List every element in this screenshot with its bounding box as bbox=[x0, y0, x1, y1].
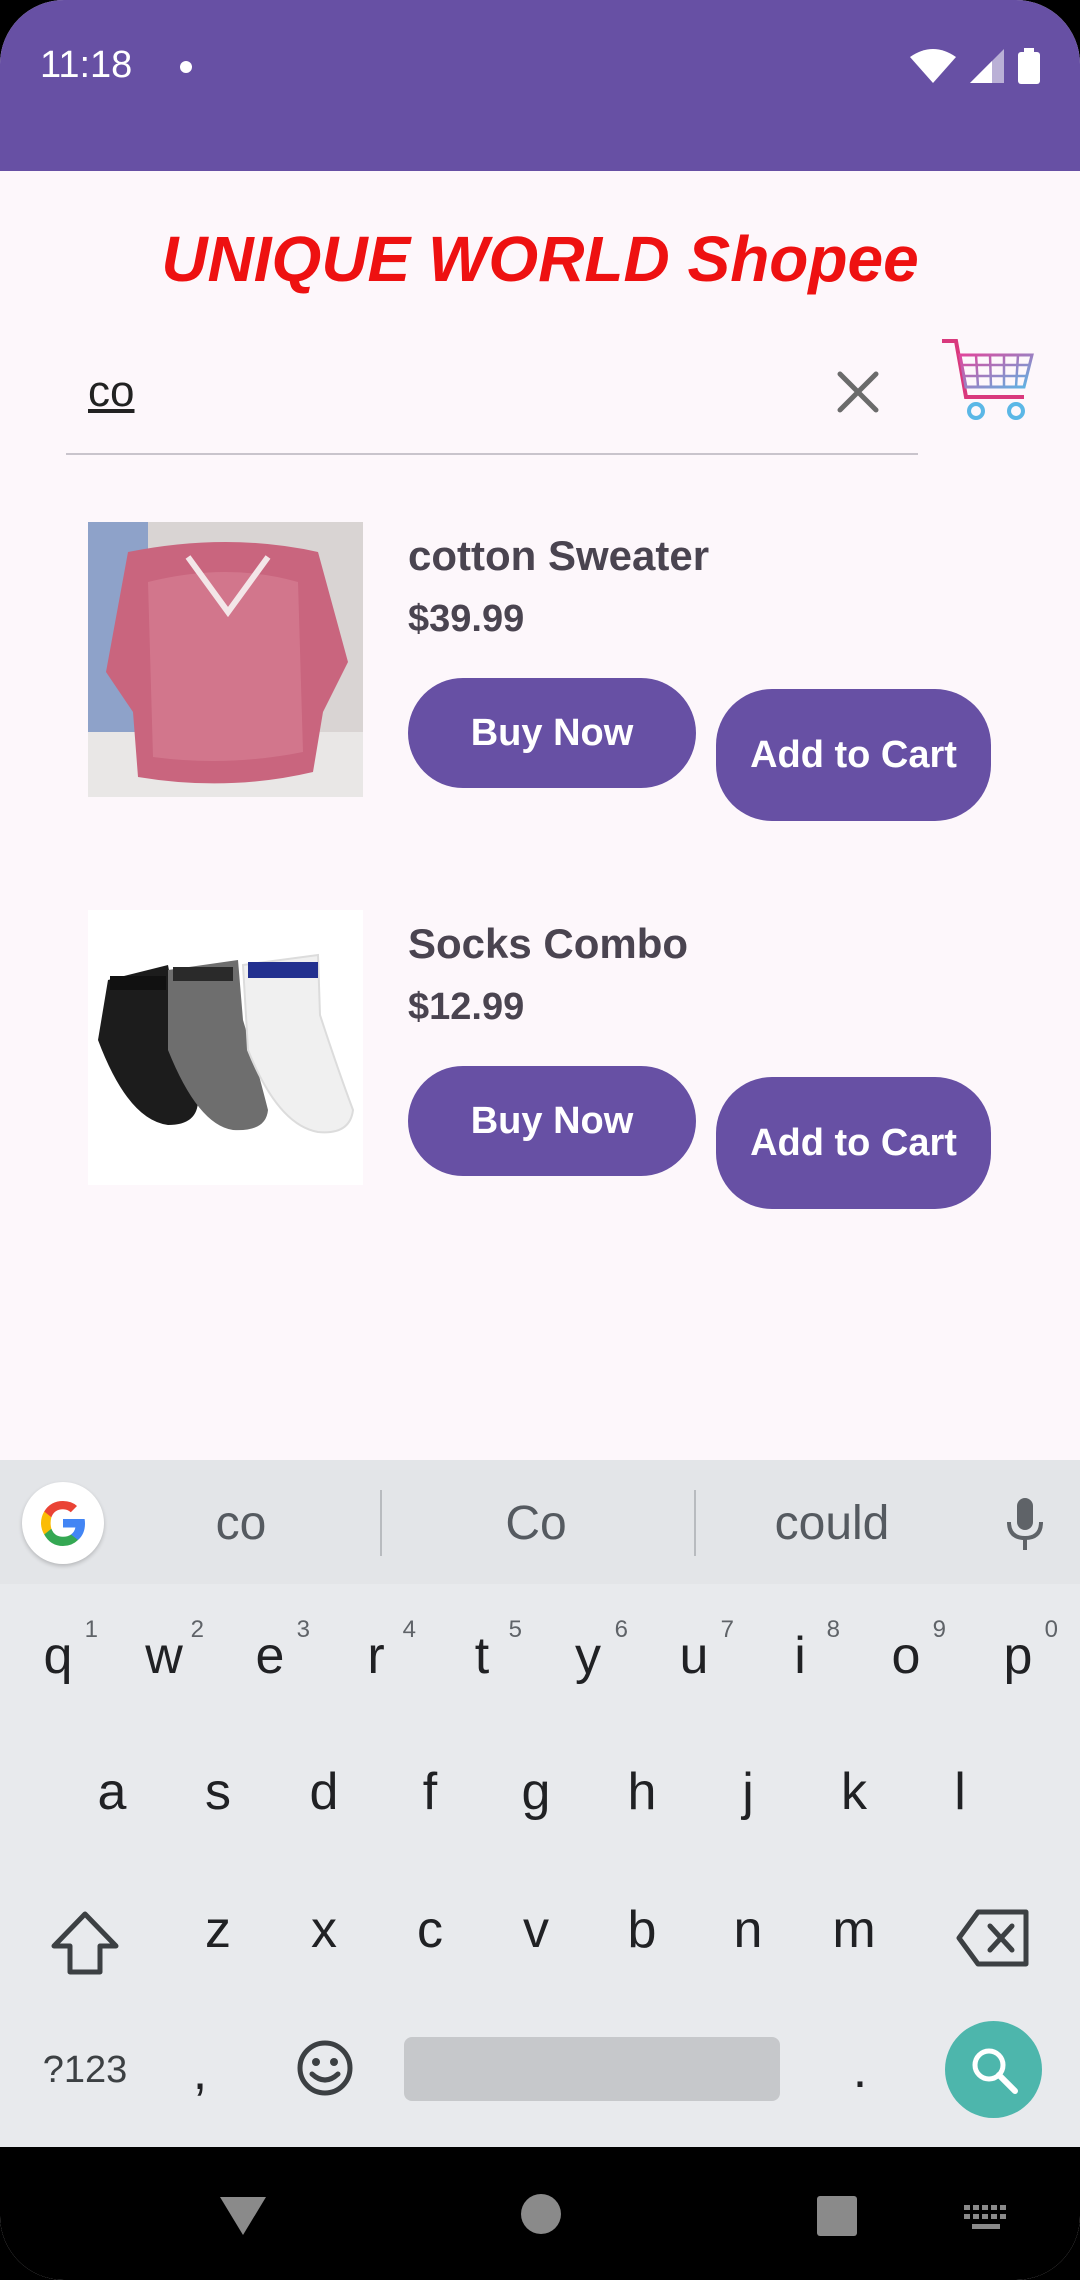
key-z[interactable]: z bbox=[168, 1870, 268, 1990]
keyboard-switch-icon[interactable] bbox=[964, 2205, 1008, 2233]
suggestion-2[interactable]: Co bbox=[436, 1496, 636, 1551]
product-card: Socks Combo $12.99 Buy Now Add to Cart bbox=[88, 910, 1038, 1209]
back-icon[interactable] bbox=[218, 2195, 268, 2237]
key-v[interactable]: v bbox=[486, 1870, 586, 1990]
key-label: q bbox=[43, 1627, 73, 1685]
key-n[interactable]: n bbox=[698, 1870, 798, 1990]
period-key[interactable]: . bbox=[830, 2010, 890, 2130]
suggestion-divider bbox=[380, 1490, 382, 1556]
close-icon[interactable] bbox=[828, 362, 888, 422]
product-price: $12.99 bbox=[408, 986, 525, 1028]
backspace-icon[interactable] bbox=[956, 1908, 1030, 1968]
key-o[interactable]: o9 bbox=[856, 1596, 956, 1716]
shift-icon[interactable] bbox=[50, 1910, 120, 1976]
key-label: e bbox=[255, 1627, 285, 1685]
status-icons bbox=[910, 48, 1040, 84]
signal-icon bbox=[970, 49, 1004, 83]
key-g[interactable]: g bbox=[486, 1732, 586, 1852]
key-b[interactable]: b bbox=[592, 1870, 692, 1990]
product-price: $39.99 bbox=[408, 598, 525, 640]
key-l[interactable]: l bbox=[910, 1732, 1010, 1852]
key-d[interactable]: d bbox=[274, 1732, 374, 1852]
product-image[interactable] bbox=[88, 522, 363, 797]
status-bar: 11:18 bbox=[0, 0, 1080, 171]
battery-icon bbox=[1018, 48, 1040, 84]
symbols-key[interactable]: ?123 bbox=[30, 2010, 140, 2130]
key-label: r bbox=[367, 1627, 385, 1685]
product-image[interactable] bbox=[88, 910, 363, 1185]
microphone-icon[interactable] bbox=[1000, 1496, 1050, 1552]
product-name: cotton Sweater bbox=[408, 532, 710, 579]
key-label: u bbox=[679, 1627, 709, 1685]
add-to-cart-button[interactable]: Add to Cart bbox=[716, 1077, 991, 1209]
key-hint: 9 bbox=[932, 1616, 946, 1643]
suggestion-1[interactable]: co bbox=[141, 1496, 341, 1551]
buy-now-button[interactable]: Buy Now bbox=[408, 1066, 696, 1176]
key-c[interactable]: c bbox=[380, 1870, 480, 1990]
navigation-bar bbox=[0, 2147, 1080, 2280]
status-time: 11:18 bbox=[40, 44, 133, 86]
key-f[interactable]: f bbox=[380, 1732, 480, 1852]
buy-now-button[interactable]: Buy Now bbox=[408, 678, 696, 788]
key-h[interactable]: h bbox=[592, 1732, 692, 1852]
suggestion-strip: co Co could bbox=[0, 1460, 1080, 1584]
key-k[interactable]: k bbox=[804, 1732, 904, 1852]
key-u[interactable]: u7 bbox=[644, 1596, 744, 1716]
key-label: i bbox=[794, 1627, 806, 1685]
wifi-icon bbox=[910, 49, 956, 83]
recents-icon[interactable] bbox=[816, 2195, 858, 2237]
suggestion-3[interactable]: could bbox=[732, 1496, 932, 1551]
search-field[interactable] bbox=[66, 330, 918, 455]
notification-dot-icon bbox=[180, 61, 192, 73]
product-card: cotton Sweater $39.99 Buy Now Add to Car… bbox=[88, 522, 1038, 821]
key-r[interactable]: r4 bbox=[326, 1596, 426, 1716]
soft-keyboard: co Co could q1 w2 e3 r4 t5 y6 u7 i8 o9 p… bbox=[0, 1460, 1080, 2147]
app-screen: 11:18 UNIQUE WORLD Shopee co cotton Swea… bbox=[0, 0, 1080, 2280]
key-label: t bbox=[474, 1627, 490, 1685]
key-w[interactable]: w2 bbox=[114, 1596, 214, 1716]
shopping-cart-icon[interactable] bbox=[940, 335, 1035, 425]
google-logo-icon[interactable] bbox=[22, 1482, 104, 1564]
space-bar[interactable] bbox=[404, 2037, 780, 2101]
key-label: y bbox=[575, 1627, 601, 1685]
key-hint: 7 bbox=[720, 1616, 734, 1643]
key-q[interactable]: q1 bbox=[8, 1596, 108, 1716]
add-to-cart-button[interactable]: Add to Cart bbox=[716, 689, 991, 821]
search-icon bbox=[972, 2048, 1018, 2094]
emoji-icon[interactable] bbox=[295, 2038, 355, 2098]
key-hint: 8 bbox=[826, 1616, 840, 1643]
key-t[interactable]: t5 bbox=[432, 1596, 532, 1716]
search-input[interactable] bbox=[88, 362, 788, 422]
key-label: p bbox=[1003, 1627, 1033, 1685]
key-m[interactable]: m bbox=[804, 1870, 904, 1990]
key-hint: 0 bbox=[1044, 1616, 1058, 1643]
key-s[interactable]: s bbox=[168, 1732, 268, 1852]
key-label: w bbox=[145, 1627, 183, 1685]
key-j[interactable]: j bbox=[698, 1732, 798, 1852]
key-hint: 3 bbox=[296, 1616, 310, 1643]
key-x[interactable]: x bbox=[274, 1870, 374, 1990]
key-hint: 6 bbox=[614, 1616, 628, 1643]
key-hint: 1 bbox=[84, 1616, 98, 1643]
key-hint: 5 bbox=[508, 1616, 522, 1643]
home-icon[interactable] bbox=[520, 2193, 562, 2235]
suggestion-divider bbox=[694, 1490, 696, 1556]
key-e[interactable]: e3 bbox=[220, 1596, 320, 1716]
product-name: Socks Combo bbox=[408, 920, 689, 967]
search-key[interactable] bbox=[945, 2021, 1042, 2118]
key-hint: 4 bbox=[402, 1616, 416, 1643]
key-i[interactable]: i8 bbox=[750, 1596, 850, 1716]
app-title: UNIQUE WORLD Shopee bbox=[161, 223, 919, 295]
key-hint: 2 bbox=[190, 1616, 204, 1643]
key-y[interactable]: y6 bbox=[538, 1596, 638, 1716]
key-label: o bbox=[891, 1627, 921, 1685]
key-a[interactable]: a bbox=[62, 1732, 162, 1852]
key-p[interactable]: p0 bbox=[968, 1596, 1068, 1716]
comma-key[interactable]: , bbox=[170, 2012, 230, 2132]
